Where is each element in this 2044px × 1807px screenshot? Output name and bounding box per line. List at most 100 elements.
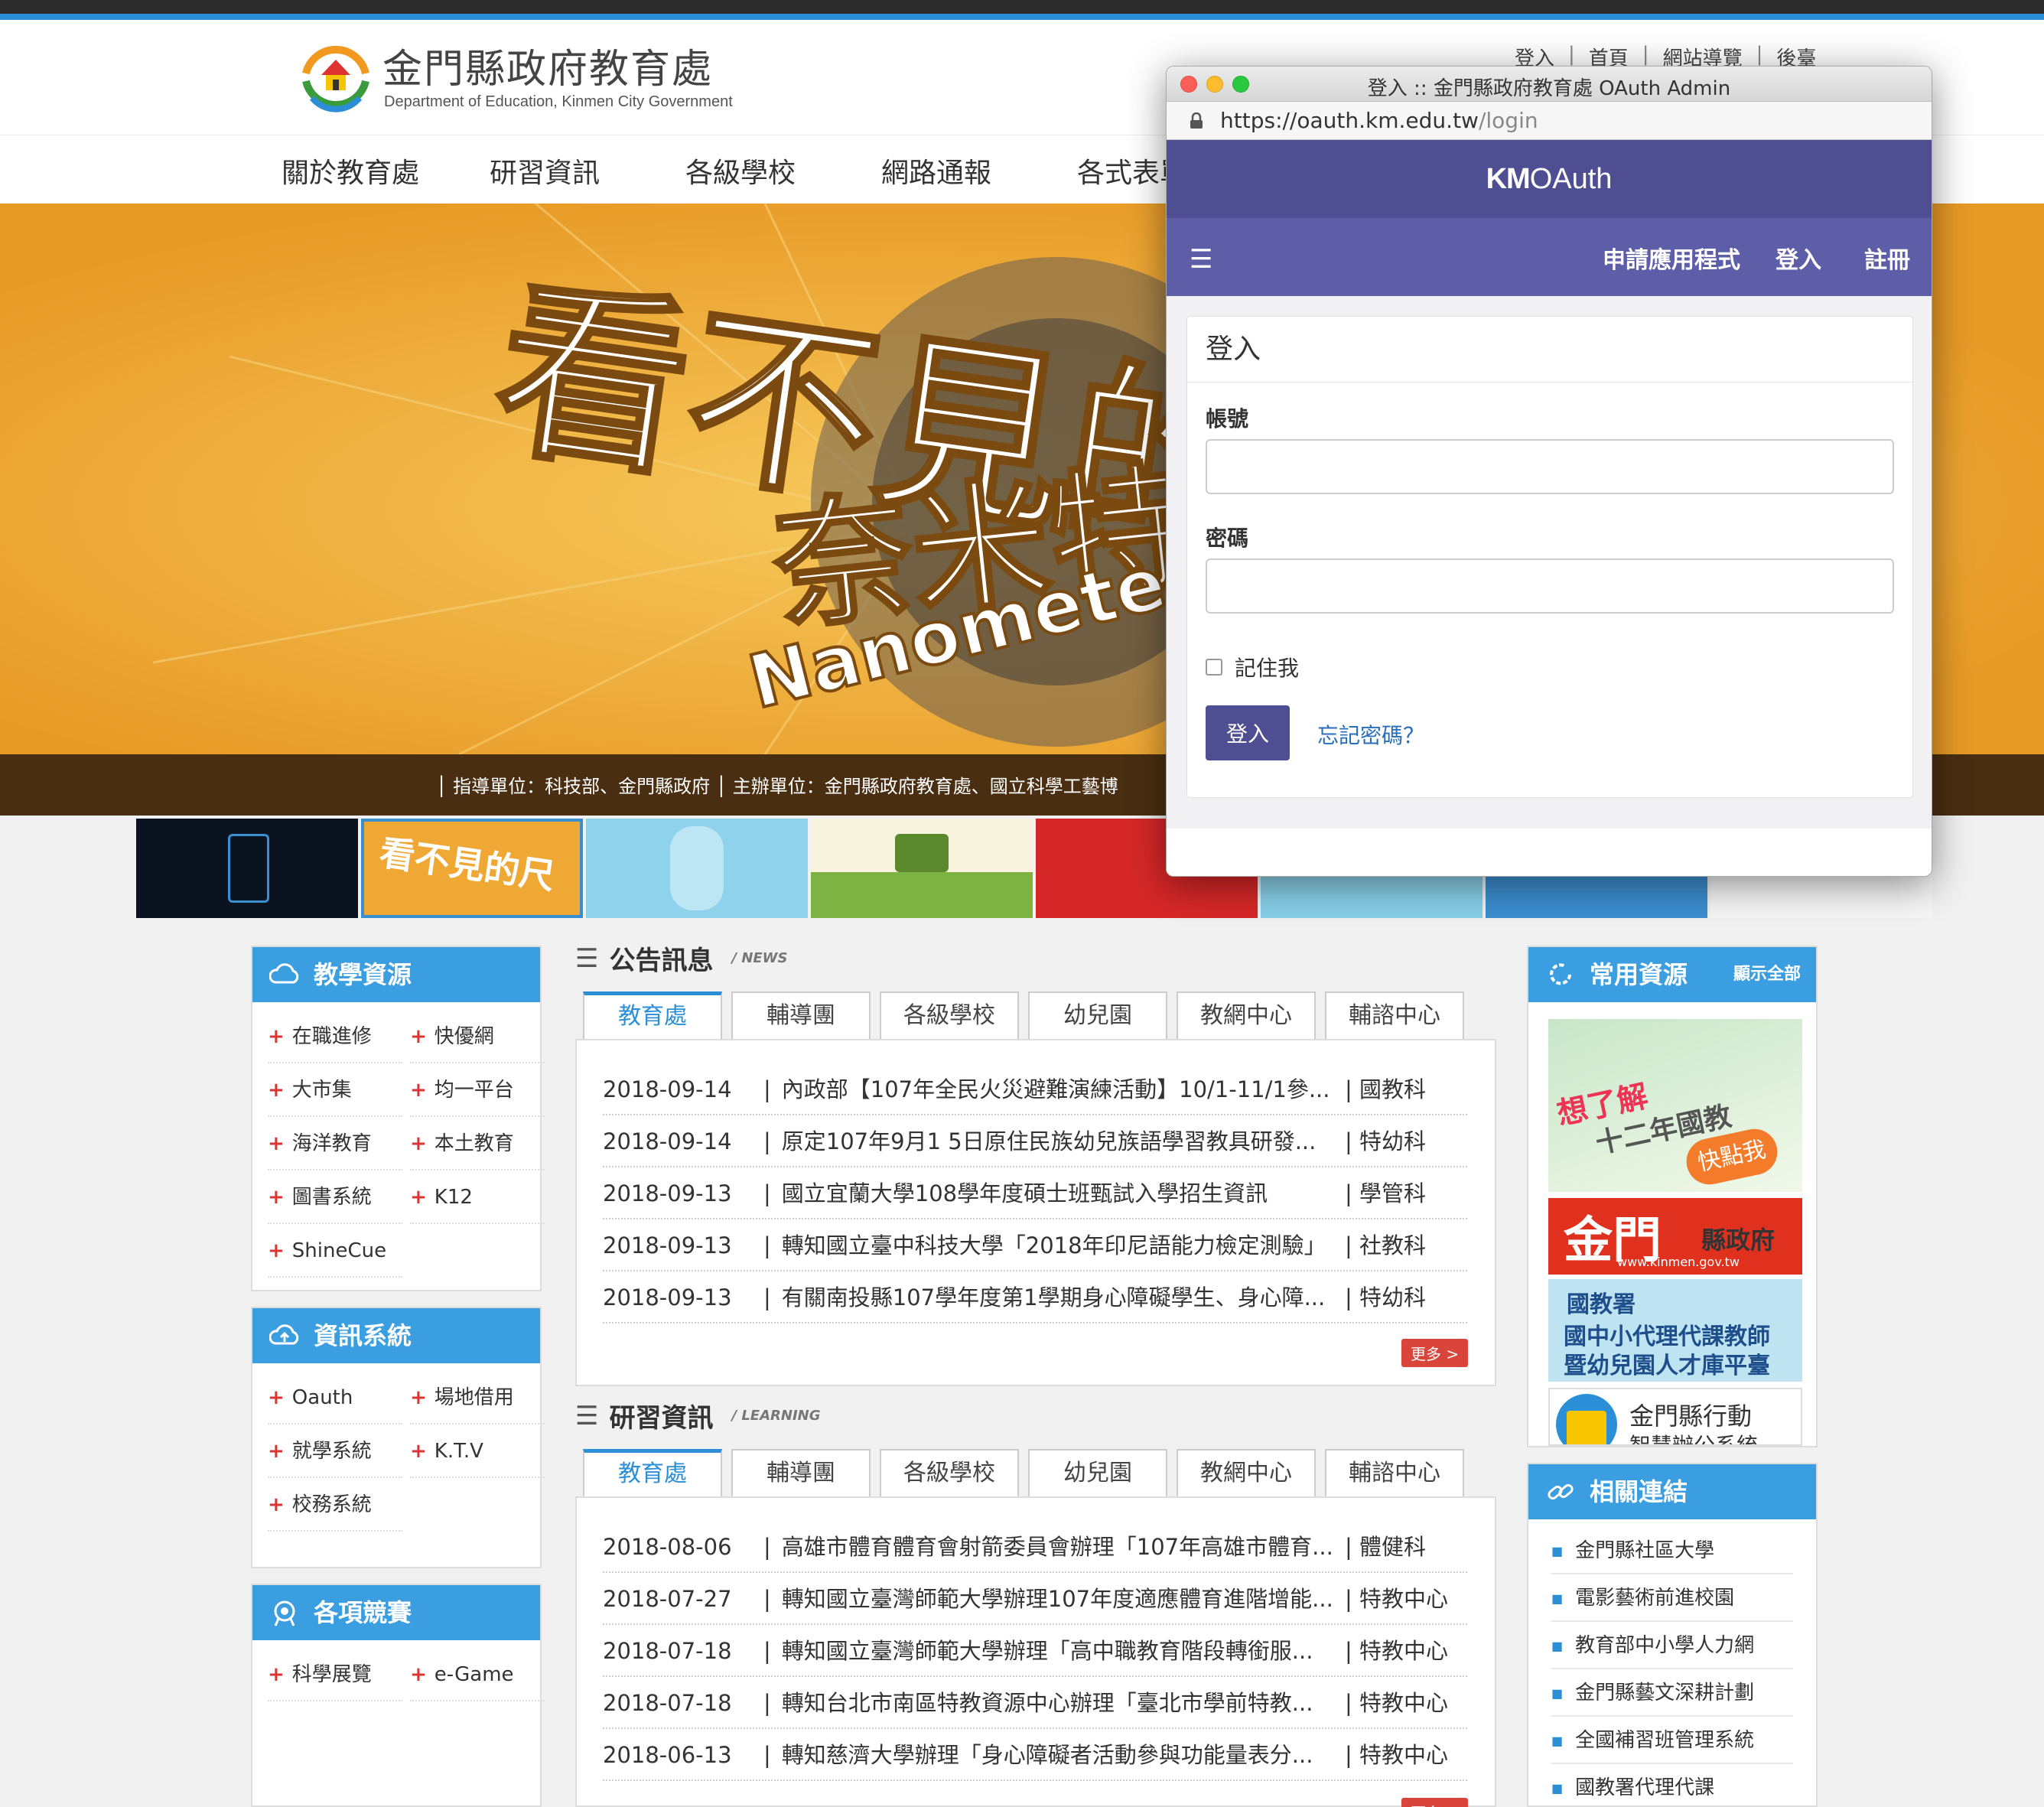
news-row[interactable]: 2018-09-14 | 原定107年9月1 5日原住民族幼兒族語學習教具研發...… [603, 1115, 1467, 1167]
nav-apply-app[interactable]: 申請應用程式 [1603, 241, 1740, 275]
teaching-resources-header: 教學資源 [252, 947, 540, 1002]
learning-row[interactable]: 2018-06-13 | 轉知慈濟大學辦理「身心障礙者活動參與功能量表分... | 特… [603, 1729, 1467, 1781]
resource-banner-kinmen-mobile[interactable]: 金門縣行動 智慧辦公系統 [1548, 1388, 1802, 1446]
link-icon [1548, 1483, 1574, 1500]
window-title: 登入 :: 金門縣政府教育處 OAuth Admin [1367, 77, 1731, 100]
oauth-brand[interactable]: KMOAuth [1486, 163, 1613, 195]
tab-news-edunet[interactable]: 教網中心 [1177, 991, 1316, 1040]
remember-me-label: 記住我 [1235, 656, 1300, 681]
account-input[interactable] [1206, 439, 1894, 494]
learning-more-button[interactable]: 更多 > [1401, 1798, 1469, 1807]
news-row[interactable]: 2018-09-14 | 內政部【107年全民火災避難演練活動】10/1-11/1參… [603, 1063, 1467, 1115]
site-subtitle: Department of Education, Kinmen City Gov… [384, 93, 733, 110]
tab-learning-kindergarten[interactable]: 幼兒園 [1028, 1449, 1167, 1498]
news-tabs: 教育處 輔導團 各級學校 幼兒園 教網中心 輔諮中心 [583, 991, 1464, 1040]
nav-login[interactable]: 登入 [1775, 241, 1821, 275]
resources-title: 常用資源 [1590, 960, 1688, 989]
hamburger-menu-icon[interactable]: ☰ [1190, 244, 1212, 275]
medal-icon [274, 1600, 295, 1626]
news-list: 2018-09-14 | 內政部【107年全民火災避難演練活動】10/1-11/1參… [575, 1039, 1496, 1386]
resources-show-all-link[interactable]: 顯示全部 [1733, 947, 1801, 1002]
related-link-item[interactable]: ■ 金門縣社區大學 [1551, 1527, 1793, 1574]
thumbnail-3[interactable] [586, 819, 808, 918]
tab-learning-counseling[interactable]: 輔導團 [731, 1449, 871, 1498]
login-card-title: 登入 [1187, 317, 1912, 383]
nav-register[interactable]: 註冊 [1864, 241, 1910, 275]
learning-row[interactable]: 2018-07-18 | 轉知國立臺灣師範大學辦理「高中職教育階段轉銜服... | 特… [603, 1625, 1467, 1677]
tab-learning-schools[interactable]: 各級學校 [880, 1449, 1019, 1498]
resource-banner-k12ea[interactable]: 國教署 國中小代理代課教師 暨幼兒園人才庫平臺 [1548, 1279, 1802, 1382]
related-link-item[interactable]: ■ 全國補習班管理系統 [1551, 1717, 1793, 1764]
sidebar-item-junyi[interactable]: + 均一平台 [410, 1063, 545, 1117]
tab-news-schools[interactable]: 各級學校 [880, 991, 1019, 1040]
learning-row[interactable]: 2018-07-18 | 轉知台北市南區特教資源中心辦理「臺北市學前特教... | 特… [603, 1677, 1467, 1729]
news-row[interactable]: 2018-09-13 | 轉知國立臺中科技大學「2018年印尼語能力檢定測驗」 | 社… [603, 1219, 1467, 1271]
sidebar-item-school-admin[interactable]: + 校務系統 [268, 1478, 402, 1532]
info-systems-panel: 資訊系統 + Oauth + 場地借用 + 就學系統 + K.T.V + 校務系統 [251, 1307, 545, 1568]
url-text[interactable]: https://oauth.km.edu.tw/login [1220, 108, 1538, 133]
oauth-page-body: 登入 帳號 密碼 記住我 登入 忘記密碼？ [1167, 296, 1932, 829]
sidebar-item-k12[interactable]: + K12 [410, 1170, 545, 1224]
news-more-button[interactable]: 更多 > [1401, 1339, 1469, 1367]
competitions-header: 各項競賽 [252, 1585, 540, 1640]
sidebar-item-ocean[interactable]: + 海洋教育 [268, 1117, 402, 1170]
tab-news-counseling[interactable]: 輔導團 [731, 991, 871, 1040]
learning-row[interactable]: 2018-07-27 | 轉知國立臺灣師範大學辦理107年度適應體育進階增能... |… [603, 1573, 1467, 1625]
sidebar-item-market[interactable]: + 大市集 [268, 1063, 402, 1117]
resource-banner-kinmen-gov[interactable]: 金門 縣政府 www.kinmen.gov.tw [1548, 1198, 1802, 1275]
related-link-item[interactable]: ■ 電影藝術前進校園 [1551, 1574, 1793, 1622]
banner-credits: │ 指導單位：科技部、金門縣政府 │ 主辦單位：金門縣政府教育處、國立科學工藝博 [436, 776, 1118, 797]
oauth-login-window: 登入 :: 金門縣政府教育處 OAuth Admin https://oauth… [1166, 66, 1932, 877]
news-row[interactable]: 2018-09-13 | 國立宜蘭大學108學年度碩士班甄試入學招生資訊 | 學管科 [603, 1167, 1467, 1219]
thumbnail-2[interactable]: 看不見的尺 [361, 819, 583, 918]
login-button[interactable]: 登入 [1206, 705, 1290, 760]
sidebar-item-enrollment[interactable]: + 就學系統 [268, 1424, 402, 1478]
remember-me[interactable]: 記住我 [1206, 652, 1299, 682]
sidebar-item-science-fair[interactable]: + 科學展覽 [268, 1648, 402, 1701]
related-link-item[interactable]: ■ 教育部中小學人力網 [1551, 1622, 1793, 1669]
tab-learning-consult[interactable]: 輔諮中心 [1325, 1449, 1464, 1498]
list-icon: ☰ [575, 943, 599, 974]
list-icon: ☰ [575, 1400, 599, 1431]
news-row[interactable]: 2018-09-13 | 有關南投縣107學年度第1學期身心障礙學生、身心障... |… [603, 1271, 1467, 1324]
related-links-title: 相關連結 [1590, 1477, 1688, 1506]
thumbnail-1[interactable] [136, 819, 358, 918]
site-logo-icon[interactable] [298, 28, 373, 127]
resources-header: 常用資源 顯示全部 [1528, 947, 1816, 1002]
competitions-panel: 各項競賽 + 科學展覽 + e-Game [251, 1584, 545, 1807]
remember-me-checkbox[interactable] [1206, 659, 1222, 676]
tab-news-education[interactable]: 教育處 [583, 991, 722, 1040]
sidebar-item-library[interactable]: + 圖書系統 [268, 1170, 402, 1224]
forgot-password-link[interactable]: 忘記密碼？ [1317, 719, 1424, 750]
tab-learning-edunet[interactable]: 教網中心 [1177, 1449, 1316, 1498]
site-title[interactable]: 金門縣政府教育處 [382, 37, 713, 94]
sidebar-item-shinecue[interactable]: + ShineCue [268, 1224, 402, 1278]
resource-banner-twelve-year[interactable]: 想了解 十二年國教 快點我 [1548, 1019, 1802, 1192]
related-link-item[interactable]: ■ 金門縣藝文深耕計劃 [1551, 1669, 1793, 1717]
info-systems-header: 資訊系統 [252, 1308, 540, 1363]
learning-tabs: 教育處 輔導團 各級學校 幼兒園 教網中心 輔諮中心 [583, 1449, 1464, 1498]
sidebar-item-venue[interactable]: + 場地借用 [410, 1371, 545, 1424]
learning-list: 2018-08-06 | 高雄市體育體育會射箭委員會辦理「107年高雄市體育... |… [575, 1496, 1496, 1807]
sidebar-item-inservice[interactable]: + 在職進修 [268, 1010, 402, 1063]
related-links-header: 相關連結 [1528, 1464, 1816, 1519]
sidebar-item-kuaiyou[interactable]: + 快優網 [410, 1010, 545, 1063]
cloud-upload-icon [269, 1324, 299, 1345]
nav-item-schools[interactable]: 各級學校 [685, 151, 796, 190]
window-titlebar[interactable]: 登入 :: 金門縣政府教育處 OAuth Admin [1167, 67, 1932, 102]
sidebar-item-oauth[interactable]: + Oauth [268, 1371, 402, 1424]
nav-item-training[interactable]: 研習資訊 [490, 151, 600, 190]
learning-row[interactable]: 2018-08-06 | 高雄市體育體育會射箭委員會辦理「107年高雄市體育... |… [603, 1521, 1467, 1573]
sidebar-item-local[interactable]: + 本土教育 [410, 1117, 545, 1170]
thumbnail-4[interactable] [811, 819, 1033, 918]
related-link-item[interactable]: ■ 國教署代理代課 [1551, 1764, 1793, 1807]
nav-item-report[interactable]: 網路通報 [881, 151, 991, 190]
tab-learning-education[interactable]: 教育處 [583, 1449, 722, 1498]
password-input[interactable] [1206, 558, 1894, 614]
address-bar[interactable]: https://oauth.km.edu.tw/login [1167, 102, 1932, 140]
sidebar-item-egame[interactable]: + e-Game [410, 1648, 545, 1701]
tab-news-consult[interactable]: 輔諮中心 [1325, 991, 1464, 1040]
tab-news-kindergarten[interactable]: 幼兒園 [1028, 991, 1167, 1040]
nav-item-about[interactable]: 關於教育處 [282, 151, 419, 190]
sidebar-item-ktv[interactable]: + K.T.V [410, 1424, 545, 1478]
